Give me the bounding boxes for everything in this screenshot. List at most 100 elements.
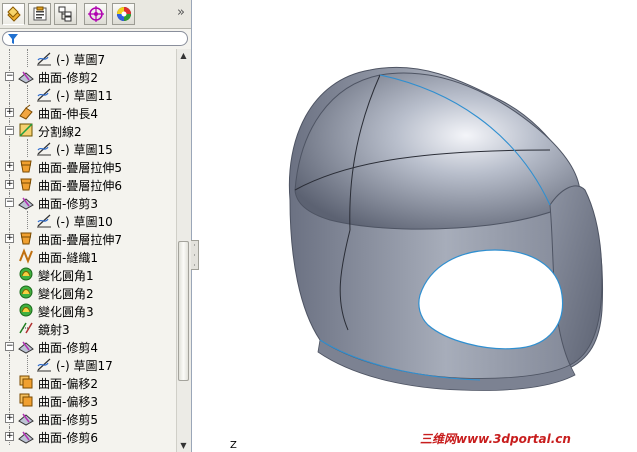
tree-item-label: 曲面-偏移3 — [38, 395, 98, 409]
tree-item[interactable]: 鏡射3 — [0, 319, 176, 337]
tree-guide-line — [9, 265, 10, 283]
surface-offset-icon — [19, 375, 33, 389]
tree-item-label: 曲面-疊層拉伸5 — [38, 161, 122, 175]
display-manager-tab-icon — [117, 7, 131, 21]
tree-item-label: (-) 草圖15 — [56, 143, 113, 157]
tree-item-label: (-) 草圖7 — [56, 53, 106, 67]
tree-item[interactable]: + 曲面-疊層拉伸6 — [0, 175, 176, 193]
tree-item-label: 變化圓角1 — [38, 269, 94, 283]
tree-item[interactable]: 曲面-偏移3 — [0, 391, 176, 409]
tree-item[interactable]: + 曲面-疊層拉伸7 — [0, 229, 176, 247]
tree-item[interactable]: (-) 草圖11 — [0, 85, 176, 103]
surface-trim-icon — [18, 341, 34, 354]
tree-item-label: 曲面-修剪3 — [38, 197, 98, 211]
tree-guide-line — [9, 85, 10, 103]
tree-item[interactable]: + 曲面-修剪5 — [0, 409, 176, 427]
tree-item[interactable]: 曲面-縫織1 — [0, 247, 176, 265]
tree-item[interactable]: + 曲面-疊層拉伸5 — [0, 157, 176, 175]
tree-item[interactable]: (-) 草圖15 — [0, 139, 176, 157]
split-line-icon — [19, 123, 33, 137]
variable-fillet-icon — [19, 285, 33, 299]
surface-offset-icon — [19, 393, 33, 407]
expand-icon[interactable]: + — [5, 414, 14, 423]
sketch-icon — [37, 88, 51, 102]
tree-item[interactable]: − 曲面-修剪4 — [0, 337, 176, 355]
variable-fillet-icon — [19, 267, 33, 281]
tree-item[interactable]: + 曲面-修剪6 — [0, 427, 176, 445]
tree-item-label: 曲面-修剪6 — [38, 431, 98, 445]
watermark: 三维网www.3dportal.cn — [420, 432, 571, 446]
panel-collapse-handle[interactable]: · · · — [191, 240, 199, 270]
tree-item-label: 曲面-疊層拉伸6 — [38, 179, 122, 193]
manager-tabs: » — [0, 0, 191, 29]
display-manager-tab[interactable] — [112, 3, 135, 25]
collapse-icon[interactable]: − — [5, 126, 14, 135]
dim-xpert-tab[interactable] — [84, 3, 107, 25]
feature-manager-tab[interactable] — [2, 3, 25, 25]
tree-item-label: 分割線2 — [38, 125, 82, 139]
tree-item-label: 曲面-疊層拉伸7 — [38, 233, 122, 247]
tree-item-label: 變化圓角3 — [38, 305, 94, 319]
scroll-down-arrow-icon[interactable]: ▼ — [179, 441, 188, 450]
expand-icon[interactable]: + — [5, 108, 14, 117]
tree-item[interactable]: 變化圓角1 — [0, 265, 176, 283]
feature-tree: (-) 草圖7 − 曲面-修剪2 (-) 草圖11 + 曲面-伸長4 − 分割線2 (-) 草圖… — [0, 49, 176, 452]
expand-icon[interactable]: + — [5, 180, 14, 189]
tree-item-label: (-) 草圖11 — [56, 89, 113, 103]
axis-triad-label: Z — [230, 440, 237, 451]
collapse-icon[interactable]: − — [5, 198, 14, 207]
tree-scrollbar[interactable]: ▲ ▼ — [176, 49, 191, 452]
tree-guide-line — [9, 211, 10, 229]
tree-item[interactable]: 變化圓角2 — [0, 283, 176, 301]
surface-trim-icon — [18, 71, 34, 84]
surface-trim-icon — [18, 197, 34, 210]
tree-item[interactable]: − 曲面-修剪2 — [0, 67, 176, 85]
sketch-icon — [37, 142, 51, 156]
expand-icon[interactable]: + — [5, 162, 14, 171]
surface-trim-icon — [18, 431, 34, 444]
tree-item[interactable]: 變化圓角3 — [0, 301, 176, 319]
more-tabs-chevron-icon[interactable]: » — [173, 4, 189, 22]
expand-icon[interactable]: + — [5, 432, 14, 441]
tree-item-label: (-) 草圖17 — [56, 359, 113, 373]
tree-item-label: 曲面-修剪2 — [38, 71, 98, 85]
tree-item-label: 曲面-修剪5 — [38, 413, 98, 427]
helmet-3d-model[interactable] — [230, 40, 630, 400]
tree-item-label: 曲面-修剪4 — [38, 341, 98, 355]
filter-icon — [8, 34, 18, 44]
tree-item[interactable]: (-) 草圖10 — [0, 211, 176, 229]
collapse-icon[interactable]: − — [5, 342, 14, 351]
tree-item-label: 曲面-縫織1 — [38, 251, 98, 265]
configuration-manager-tab[interactable] — [54, 3, 77, 25]
sketch-icon — [37, 52, 51, 66]
property-manager-tab[interactable] — [28, 3, 51, 25]
tree-guide-line — [9, 301, 10, 319]
collapse-icon[interactable]: − — [5, 72, 14, 81]
scroll-up-arrow-icon[interactable]: ▲ — [179, 51, 188, 60]
sketch-icon — [37, 214, 51, 228]
tree-guide-line — [27, 355, 28, 373]
mirror-icon — [19, 322, 33, 334]
expand-icon[interactable]: + — [5, 234, 14, 243]
tree-guide-line — [27, 49, 28, 67]
tree-item[interactable]: − 曲面-修剪3 — [0, 193, 176, 211]
tree-item[interactable]: (-) 草圖7 — [0, 49, 176, 67]
feature-tree-filter[interactable] — [2, 31, 188, 46]
tree-item-label: (-) 草圖10 — [56, 215, 113, 229]
dim-xpert-tab-icon — [88, 6, 104, 22]
tree-item[interactable]: + 曲面-伸長4 — [0, 103, 176, 121]
feature-manager-tab-icon — [7, 6, 21, 22]
tree-guide-line — [9, 283, 10, 301]
tree-item[interactable]: − 分割線2 — [0, 121, 176, 139]
tree-item[interactable]: (-) 草圖17 — [0, 355, 176, 373]
surface-knit-icon — [19, 248, 33, 264]
tree-item-label: 曲面-伸長4 — [38, 107, 98, 121]
scrollbar-thumb[interactable] — [178, 241, 189, 381]
tree-guide-line — [27, 211, 28, 229]
property-manager-tab-icon — [33, 6, 47, 21]
tree-guide-line — [9, 49, 10, 67]
feature-manager-panel: » (-) 草圖7− 曲面-修剪2 (-) 草圖11 + 曲面-伸長4− 分割線2 (-) … — [0, 0, 192, 452]
tree-item[interactable]: 曲面-偏移2 — [0, 373, 176, 391]
tree-guide-line — [27, 139, 28, 157]
variable-fillet-icon — [19, 303, 33, 317]
